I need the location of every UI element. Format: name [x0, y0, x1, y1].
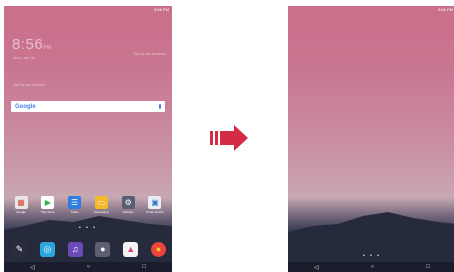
- arrow-right-icon: [210, 125, 248, 151]
- navigation-bar: ◁ ○ □: [288, 262, 454, 272]
- google-apps-icon: ▦: [14, 196, 28, 209]
- home-screen-left: 8:56 PM 8:56PM Mon, Jan 30 Tap to set we…: [4, 6, 172, 272]
- mic-icon[interactable]: [159, 104, 161, 109]
- home-button[interactable]: ○: [87, 264, 91, 270]
- page-indicator: • • •: [362, 253, 382, 259]
- weather-prompt[interactable]: Tap to set weather: [133, 51, 166, 56]
- back-button[interactable]: ◁: [314, 264, 319, 271]
- clock-time: 8:56: [12, 36, 44, 53]
- pen-icon[interactable]: ✎: [12, 242, 27, 257]
- browser-icon[interactable]: ◎: [39, 242, 55, 257]
- clock-ampm: PM: [43, 45, 52, 51]
- location-prompt[interactable]: Tap to set location: [13, 82, 45, 87]
- recents-button[interactable]: □: [142, 264, 146, 270]
- navigation-bar: ◁ ○ □: [4, 262, 172, 272]
- smart-doctor-icon: ▣: [148, 196, 162, 209]
- messaging-icon: ▭: [94, 196, 108, 209]
- date-text: Mon, Jan 30: [13, 55, 36, 60]
- status-time: 8:56 PM: [154, 7, 169, 12]
- page-indicator: • • •: [78, 225, 98, 231]
- google-search-bar[interactable]: Google: [11, 101, 165, 112]
- status-bar: 8:56 PM: [4, 6, 172, 13]
- music-icon[interactable]: ♫: [67, 242, 83, 257]
- tasks-icon: ☰: [68, 196, 82, 209]
- camera-icon[interactable]: ●: [95, 242, 111, 257]
- clock-widget[interactable]: 8:56PM: [12, 36, 52, 53]
- home-button[interactable]: ○: [371, 264, 375, 270]
- recents-button[interactable]: □: [426, 264, 430, 270]
- back-button[interactable]: ◁: [30, 264, 35, 271]
- dock: ✎ ◎ ♫ ● ▲ ●: [12, 242, 166, 257]
- play-store-icon: ▶: [41, 196, 55, 209]
- settings-icon: ⚙: [121, 196, 135, 209]
- google-logo: Google: [15, 103, 36, 110]
- gallery-icon[interactable]: ▲: [123, 242, 139, 257]
- status-time: 8:56 PM: [438, 7, 453, 12]
- home-screen-right: 8:56 PM • • • ◁ ○ □: [288, 6, 454, 272]
- chrome-icon[interactable]: ●: [150, 242, 166, 257]
- status-bar: 8:56 PM: [288, 6, 454, 13]
